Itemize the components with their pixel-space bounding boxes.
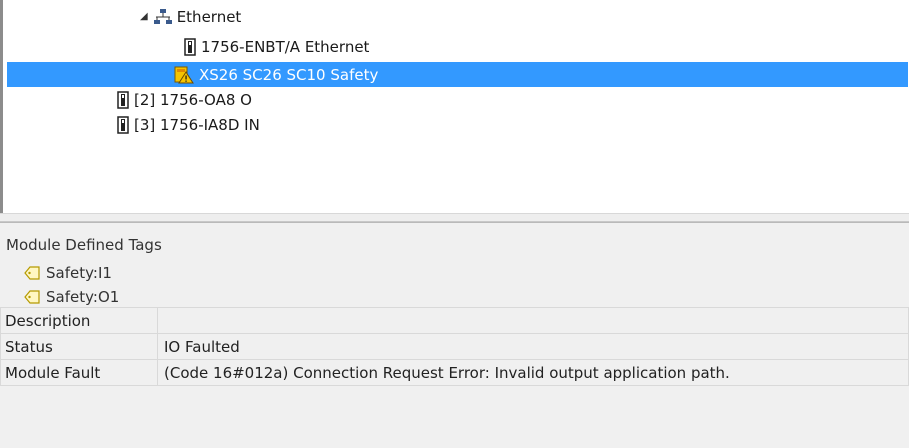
tag-icon — [24, 266, 40, 280]
pane-splitter[interactable] — [0, 213, 909, 222]
tree-node-label: Ethernet — [176, 7, 242, 26]
module-defined-tags-header: Module Defined Tags — [6, 236, 162, 254]
network-icon — [153, 8, 172, 25]
module-details-pane: Module Defined Tags Safety:I1 Safety:O1 … — [0, 222, 909, 448]
tag-label: Safety:I1 — [46, 264, 112, 282]
property-value — [157, 307, 909, 334]
module-warning-icon — [174, 66, 194, 84]
property-label: Module Fault — [0, 359, 158, 386]
tree-node-label: 1756-ENBT/A Ethernet — [201, 37, 370, 56]
expanded-triangle-icon[interactable]: ◢ — [140, 11, 148, 22]
property-value: IO Faulted — [157, 333, 909, 360]
property-row-status: Status IO Faulted — [0, 333, 909, 360]
tag-label: Safety:O1 — [46, 288, 120, 306]
tree-node-slot3-module[interactable]: [3] 1756-IA8D IN — [117, 112, 260, 137]
properties-grid: Description Status IO Faulted Module Fau… — [0, 307, 909, 386]
property-label: Status — [0, 333, 158, 360]
tag-icon — [24, 290, 40, 304]
property-row-description: Description — [0, 307, 909, 334]
tree-node-slot2-module[interactable]: [2] 1756-OA8 O — [117, 87, 252, 112]
module-icon — [117, 90, 129, 109]
property-label: Description — [0, 307, 158, 334]
controller-organizer-tree[interactable]: ◢ Ethernet 1756-ENBT/A Ethernet XS26 SC2… — [3, 0, 909, 213]
tree-node-label: [3] 1756-IA8D IN — [134, 115, 260, 134]
tree-node-safety-module[interactable]: XS26 SC26 SC10 Safety — [7, 62, 908, 87]
property-value: (Code 16#012a) Connection Request Error:… — [157, 359, 909, 386]
tag-item[interactable]: Safety:O1 — [24, 285, 119, 309]
tree-node-label: [2] 1756-OA8 O — [134, 90, 252, 109]
module-icon — [117, 115, 129, 134]
tree-node-enbt-module[interactable]: 1756-ENBT/A Ethernet — [184, 34, 369, 59]
property-row-module-fault: Module Fault (Code 16#012a) Connection R… — [0, 359, 909, 386]
module-icon — [184, 37, 196, 56]
tree-node-ethernet[interactable]: ◢ Ethernet — [140, 4, 241, 29]
tree-node-label: XS26 SC26 SC10 Safety — [199, 65, 379, 84]
tag-item[interactable]: Safety:I1 — [24, 261, 112, 285]
